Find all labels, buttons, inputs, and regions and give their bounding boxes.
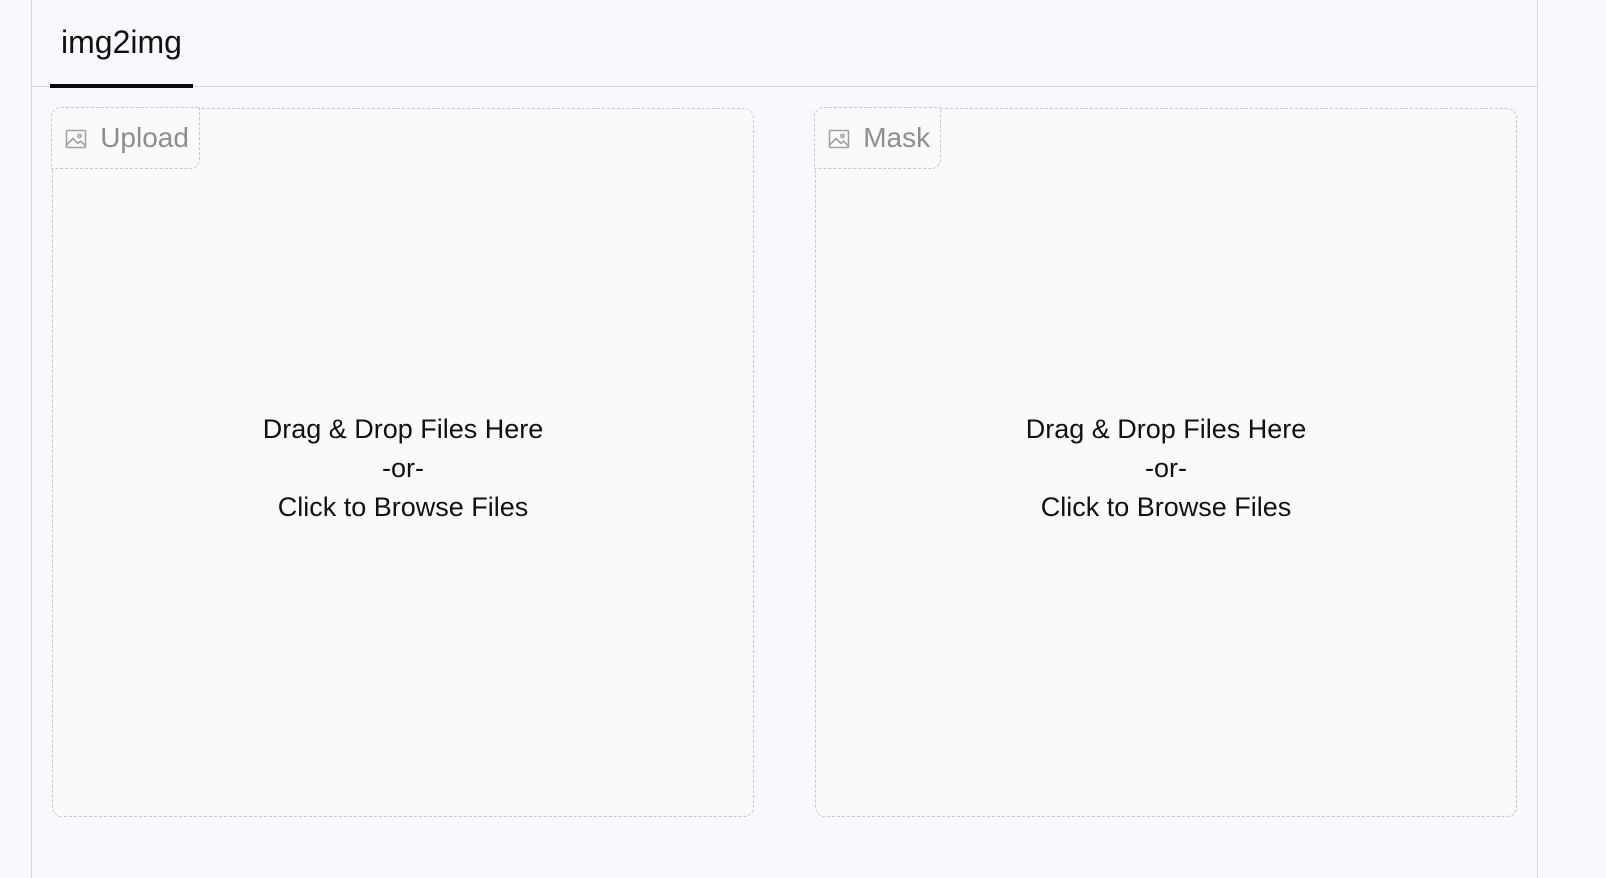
mask-drag-text: Drag & Drop Files Here xyxy=(1025,414,1307,444)
img2img-panel: img2img Upload Drag & Drop Files Here -o… xyxy=(31,0,1538,878)
upload-browse-text: Click to Browse Files xyxy=(277,492,529,522)
mask-or-text: -or- xyxy=(1145,453,1187,483)
upload-drag-text: Drag & Drop Files Here xyxy=(262,414,544,444)
mask-dropzone[interactable]: Mask Drag & Drop Files Here -or- Click t… xyxy=(814,107,1517,817)
upload-instructions: Drag & Drop Files Here -or- Click to Bro… xyxy=(53,109,753,816)
upload-or-text: -or- xyxy=(382,453,424,483)
tab-img2img[interactable]: img2img xyxy=(50,0,193,88)
mask-browse-text: Click to Browse Files xyxy=(1040,492,1292,522)
mask-instructions: Drag & Drop Files Here -or- Click to Bro… xyxy=(816,109,1516,816)
tab-bar: img2img xyxy=(32,0,1537,88)
upload-dropzone[interactable]: Upload Drag & Drop Files Here -or- Click… xyxy=(51,107,754,817)
